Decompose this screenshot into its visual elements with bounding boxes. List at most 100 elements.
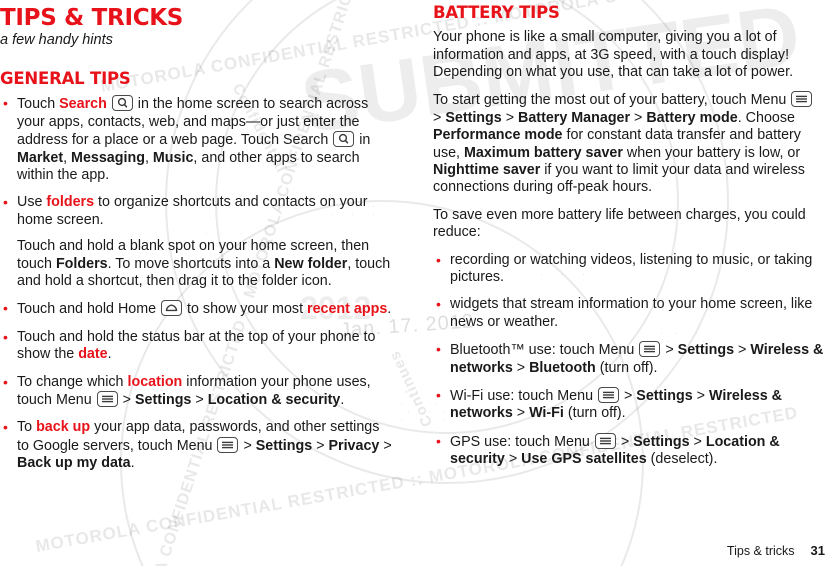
path-separator: > [501, 109, 519, 126]
paragraph: Your phone is like a small computer, giv… [433, 29, 794, 80]
bullet-marker: • [436, 387, 441, 404]
emphasis-term: Settings [255, 437, 313, 454]
tip-item: • Touch and hold Home to show your most r… [0, 300, 392, 318]
path-separator: > [512, 405, 530, 422]
bullet-marker: • [3, 300, 8, 317]
menu-icon [639, 341, 661, 358]
page-footer: Tips & tricks 31 [0, 543, 825, 558]
path-separator: > [734, 342, 751, 359]
emphasis-term: Battery Manager [518, 109, 631, 126]
emphasis-term: Settings [636, 388, 693, 405]
bullet-marker: • [436, 296, 441, 313]
bullet-marker: • [3, 95, 8, 112]
footer-page-number: 31 [810, 543, 825, 558]
tip-item: • Touch and hold the status bar at the to… [0, 329, 392, 364]
emphasis-term: Folders [55, 255, 108, 272]
emphasis-term: Music [152, 149, 194, 166]
tip-text: To change which location information you… [17, 373, 371, 408]
emphasis-term: Bluetooth [529, 359, 596, 376]
menu-icon [791, 91, 813, 108]
path-separator: > [433, 109, 446, 126]
manual-page: TIPS & TRICKS a few handy hints GENERAL … [0, 0, 825, 566]
highlight-term: back up [36, 419, 91, 436]
page-title: TIPS & TRICKS [0, 5, 184, 31]
emphasis-term: Back up my data [17, 455, 131, 472]
tip-text: Touch and hold Home to show your most re… [17, 300, 392, 318]
search-icon [333, 131, 355, 148]
emphasis-term: Use GPS satellites [521, 451, 647, 468]
highlight-term: recent apps [307, 301, 388, 318]
emphasis-term: Privacy [328, 437, 380, 454]
emphasis-term: Settings [633, 433, 690, 450]
emphasis-term: Battery mode [646, 109, 738, 126]
highlight-term: date [78, 346, 108, 363]
path-separator: > [504, 451, 522, 468]
right-column: BATTERY TIPS Your phone is like a small … [433, 0, 825, 479]
home-icon [161, 300, 183, 317]
highlight-term: Search [59, 96, 107, 113]
path-separator: > [689, 433, 706, 450]
section-heading-battery-tips: BATTERY TIPS [433, 3, 560, 22]
highlight-term: folders [46, 194, 95, 211]
path-separator: > [512, 359, 530, 376]
path-separator: > [379, 437, 392, 454]
emphasis-term: New folder [274, 255, 348, 272]
tip-item: • recording or watching videos, listening… [433, 252, 825, 287]
tip-text: Bluetooth™ use: touch Menu > Settings > … [450, 341, 824, 376]
footer-chapter-label: Tips & tricks [726, 544, 795, 558]
emphasis-term: Location & security [207, 391, 341, 408]
tip-text: To back up your app data, passwords, and… [17, 419, 392, 472]
bullet-marker: • [3, 194, 8, 211]
search-icon [111, 95, 133, 112]
bullet-marker: • [3, 419, 8, 436]
path-separator: > [692, 388, 709, 405]
tip-item: • Bluetooth™ use: touch Menu > Settings >… [433, 341, 825, 377]
bullet-marker: • [436, 432, 441, 449]
emphasis-term: Settings [677, 342, 735, 359]
emphasis-term: Market [17, 149, 64, 166]
general-tips-list: • Touch Search in the home screen to sear… [0, 95, 392, 472]
tip-text: widgets that stream information to your … [450, 296, 813, 330]
battery-tips-list: • recording or watching videos, listening… [433, 252, 825, 469]
path-separator: > [620, 388, 637, 405]
tip-text: recording or watching videos, listening … [450, 251, 813, 286]
emphasis-term: Wireless & networks [450, 342, 824, 376]
tip-item: • widgets that stream information to your… [433, 296, 825, 331]
path-separator: > [191, 391, 208, 408]
bullet-marker: • [436, 341, 441, 358]
emphasis-term: Settings [445, 109, 502, 126]
path-separator: > [312, 437, 329, 454]
tip-item: • GPS use: touch Menu > Settings > Locati… [433, 432, 825, 469]
emphasis-term: Nighttime saver [433, 161, 541, 178]
menu-icon [594, 432, 616, 449]
tip-text: Touch and hold the status bar at the top… [17, 328, 376, 363]
emphasis-term: Settings [134, 391, 192, 408]
page-subtitle: a few handy hints [0, 32, 113, 49]
tip-text: Wi-Fi use: touch Menu > Settings > Wirel… [450, 387, 782, 422]
tip-text: GPS use: touch Menu > Settings > Locatio… [450, 432, 780, 468]
tip-subparagraph: Touch and hold a blank spot on your home… [17, 238, 391, 289]
emphasis-term: Wi-Fi [529, 405, 564, 422]
path-separator: > [118, 391, 135, 408]
highlight-term: location [127, 373, 183, 390]
bullet-marker: • [3, 328, 8, 345]
bullet-marker: • [3, 373, 8, 390]
battery-tips-paragraphs: Your phone is like a small computer, giv… [433, 29, 825, 241]
tip-item: • To change which location information yo… [0, 374, 392, 410]
tip-item: • To back up your app data, passwords, an… [0, 419, 392, 472]
path-separator: > [630, 109, 647, 126]
tip-item: • Wi-Fi use: touch Menu > Settings > Wir… [433, 387, 825, 423]
tip-item: • Touch Search in the home screen to sear… [0, 95, 392, 184]
menu-icon [96, 390, 118, 407]
emphasis-term: Maximum battery saver [464, 144, 623, 161]
emphasis-term: Messaging [71, 149, 145, 166]
path-separator: > [239, 437, 256, 454]
tip-item: • Use folders to organize shortcuts and c… [0, 194, 392, 290]
bullet-marker: • [436, 251, 441, 268]
menu-icon [217, 436, 239, 453]
path-separator: > [661, 342, 678, 359]
section-heading-general-tips: GENERAL TIPS [0, 69, 131, 89]
path-separator: > [616, 433, 634, 450]
paragraph: To start getting the most out of your ba… [433, 91, 825, 196]
emphasis-term: Performance mode [433, 127, 563, 144]
